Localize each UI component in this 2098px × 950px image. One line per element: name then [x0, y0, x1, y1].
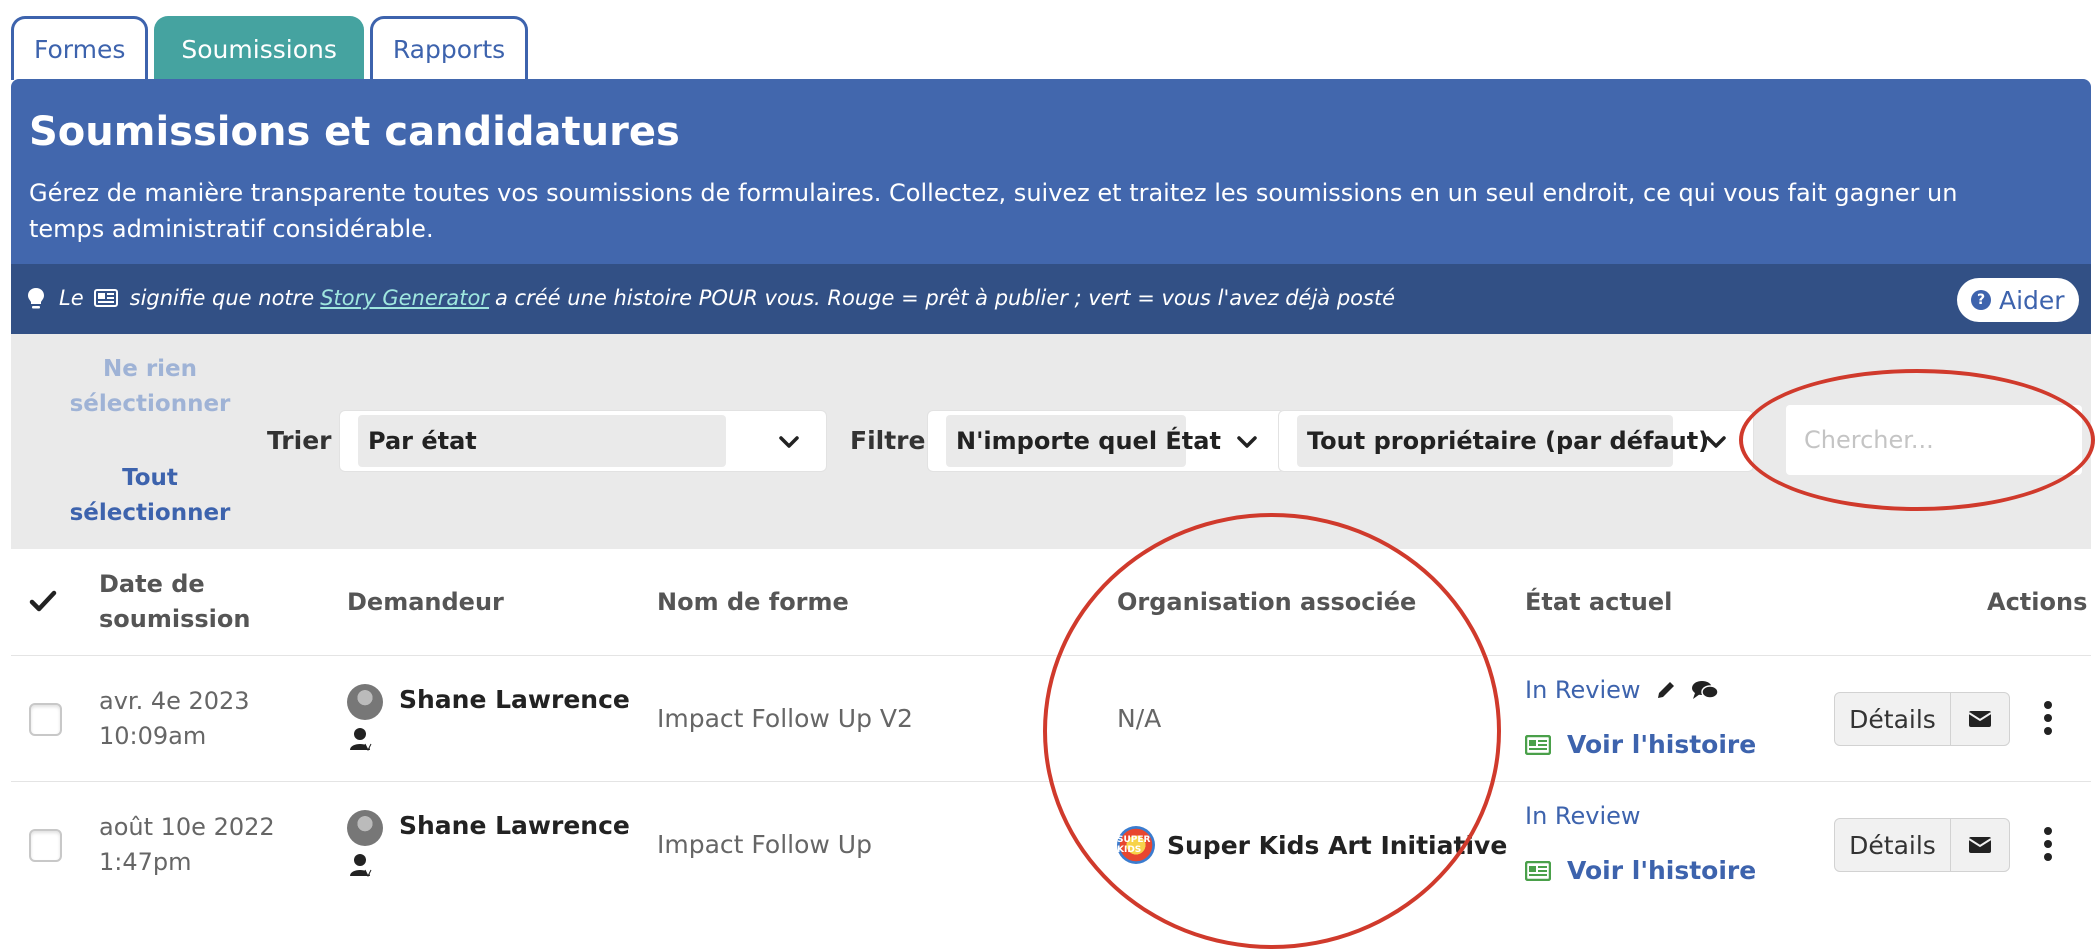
- table-header: Date de soumission Demandeur Nom de form…: [11, 549, 2091, 656]
- person-icon: [350, 728, 372, 752]
- date-line: avr. 4e 2023: [99, 687, 250, 715]
- state-filter-dropdown[interactable]: N'importe quel État: [927, 410, 1285, 472]
- story-generator-link[interactable]: Story Generator: [320, 286, 489, 310]
- column-org[interactable]: Organisation associée: [1117, 585, 1416, 620]
- newspaper-icon: [1525, 734, 1551, 755]
- more-options-icon[interactable]: [2043, 700, 2053, 736]
- submission-date: août 10e 2022 1:47pm: [99, 810, 275, 880]
- column-form[interactable]: Nom de forme: [657, 585, 849, 620]
- lightbulb-icon: [28, 288, 44, 309]
- org-name: N/A: [1117, 704, 1162, 733]
- row-checkbox[interactable]: [29, 703, 62, 736]
- view-story-label: Voir l'histoire: [1567, 730, 1757, 759]
- associated-org[interactable]: SUPER KIDS Super Kids Art Initiative: [1117, 826, 1507, 864]
- newspaper-icon: [93, 289, 118, 307]
- column-actions: Actions: [1987, 588, 2088, 616]
- table-row: août 10e 2022 1:47pm Shane Lawrence Impa…: [11, 782, 2091, 908]
- more-options-icon[interactable]: [2043, 826, 2053, 862]
- tab-soumissions[interactable]: Soumissions: [154, 16, 364, 80]
- column-date[interactable]: Date de soumission: [99, 567, 259, 637]
- newspaper-icon: [1525, 860, 1551, 881]
- state-label[interactable]: In Review: [1525, 802, 1641, 830]
- row-actions-group: Détails: [1834, 818, 2010, 872]
- time-line: 10:09am: [99, 722, 207, 750]
- row-checkbox[interactable]: [29, 829, 62, 862]
- checkmark-icon[interactable]: [29, 589, 57, 613]
- filter-label: Filtre: [850, 426, 926, 455]
- associated-org: N/A: [1117, 704, 1161, 733]
- email-button[interactable]: [1951, 819, 2009, 871]
- tip-middle: signifie que notre: [129, 286, 315, 310]
- search-input[interactable]: [1786, 405, 2082, 475]
- sort-label: Trier: [267, 426, 332, 455]
- envelope-icon: [1968, 711, 1992, 727]
- details-button[interactable]: Détails: [1835, 819, 1951, 871]
- form-name: Impact Follow Up: [657, 830, 872, 859]
- person-icon: [350, 854, 372, 878]
- form-name: Impact Follow Up V2: [657, 704, 913, 733]
- current-state: In Review: [1525, 802, 1641, 830]
- current-state: In Review: [1525, 676, 1719, 704]
- submission-date: avr. 4e 2023 10:09am: [99, 684, 250, 754]
- state-filter-value: N'importe quel État: [946, 415, 1221, 467]
- help-label: Aider: [1999, 285, 2065, 315]
- sort-value: Par état: [358, 415, 726, 467]
- page-description: Gérez de manière transparente toutes vos…: [29, 179, 1958, 243]
- tip-prefix: Le: [59, 286, 84, 310]
- page-title: Soumissions et candidatures: [29, 109, 680, 155]
- time-line: 1:47pm: [99, 848, 192, 876]
- column-state[interactable]: État actuel: [1525, 585, 1672, 620]
- filter-controls: Ne rien sélectionner Tout sélectionner T…: [11, 334, 2091, 549]
- comments-icon[interactable]: [1691, 679, 1719, 701]
- select-all-button[interactable]: Tout sélectionner: [67, 461, 233, 531]
- tab-formes[interactable]: Formes: [11, 16, 149, 80]
- requester-name[interactable]: Shane Lawrence: [399, 685, 630, 714]
- row-actions-group: Détails: [1834, 692, 2010, 746]
- chevron-down-icon: [1706, 436, 1726, 448]
- org-logo: SUPER KIDS: [1117, 826, 1155, 864]
- email-button[interactable]: [1951, 693, 2009, 745]
- org-name: Super Kids Art Initiative: [1167, 830, 1508, 860]
- owner-filter-dropdown[interactable]: Tout propriétaire (par défaut): [1278, 410, 1754, 472]
- page-header: Soumissions et candidatures Gérez de man…: [11, 79, 2091, 264]
- view-story-link[interactable]: Voir l'histoire: [1525, 730, 1756, 759]
- table-row: avr. 4e 2023 10:09am Shane Lawrence Impa…: [11, 656, 2091, 782]
- avatar: [347, 684, 383, 720]
- view-story-link[interactable]: Voir l'histoire: [1525, 856, 1756, 885]
- tip-bar: Le signifie que notre Story Generator a …: [11, 264, 2091, 334]
- tab-rapports[interactable]: Rapports: [369, 16, 529, 80]
- chevron-down-icon: [1237, 436, 1257, 448]
- avatar: [347, 810, 383, 846]
- chevron-down-icon: [779, 436, 799, 448]
- envelope-icon: [1968, 837, 1992, 853]
- tip-suffix: a créé une histoire POUR vous. Rouge = p…: [495, 286, 1396, 310]
- owner-filter-value: Tout propriétaire (par défaut): [1297, 415, 1709, 467]
- select-none-button[interactable]: Ne rien sélectionner: [67, 352, 233, 422]
- sort-dropdown[interactable]: Par état: [339, 410, 827, 472]
- tip-text: Le signifie que notre Story Generator a …: [59, 286, 1395, 310]
- question-circle-icon: ?: [1971, 290, 1991, 310]
- state-label[interactable]: In Review: [1525, 676, 1641, 704]
- help-button[interactable]: ? Aider: [1957, 278, 2079, 322]
- details-button[interactable]: Détails: [1835, 693, 1951, 745]
- column-requester[interactable]: Demandeur: [347, 585, 504, 620]
- date-line: août 10e 2022: [99, 813, 275, 841]
- tab-bar: Formes Soumissions Rapports: [11, 16, 534, 80]
- view-story-label: Voir l'histoire: [1567, 856, 1757, 885]
- pencil-icon[interactable]: [1655, 679, 1677, 701]
- requester-name[interactable]: Shane Lawrence: [399, 811, 630, 840]
